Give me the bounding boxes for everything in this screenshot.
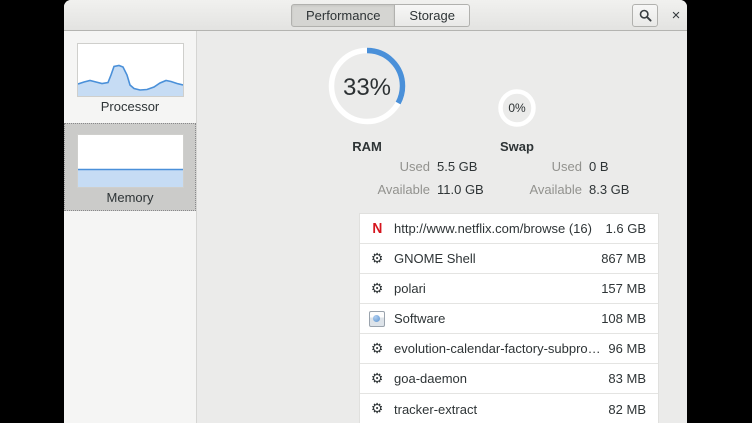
close-icon: × — [672, 8, 681, 23]
search-button[interactable] — [632, 4, 658, 27]
software-app-icon — [369, 311, 385, 327]
sidebar-item-memory[interactable]: Memory — [64, 123, 196, 211]
swap-available-value: 8.3 GB — [589, 182, 629, 197]
process-name: polari — [394, 281, 597, 296]
usage-app-window: Performance Storage × — [64, 0, 687, 423]
process-name: Software — [394, 311, 597, 326]
ram-label: RAM — [307, 139, 427, 154]
swap-available-row: Available 8.3 GB — [482, 182, 629, 197]
gear-icon: ⚙ — [369, 281, 385, 297]
ram-percent-value: 33% — [327, 74, 407, 102]
memory-thumbnail-chart — [77, 134, 184, 188]
process-memory-value: 82 MB — [608, 402, 646, 417]
process-memory-value: 867 MB — [601, 251, 646, 266]
close-button[interactable]: × — [663, 4, 687, 27]
gear-icon: ⚙ — [369, 401, 385, 417]
swap-used-value: 0 B — [589, 159, 609, 174]
process-memory-value: 108 MB — [601, 311, 646, 326]
tab-storage[interactable]: Storage — [395, 4, 470, 27]
process-row[interactable]: ⚙ tracker-extract 82 MB — [360, 394, 658, 423]
ram-used-row: Used 5.5 GB — [330, 159, 477, 174]
process-memory-value: 157 MB — [601, 281, 646, 296]
memory-performance-view: 33% 0% RAM Used 5.5 GB Available 11.0 GB… — [197, 31, 687, 423]
process-memory-value: 83 MB — [608, 371, 646, 386]
available-label: Available — [330, 182, 430, 197]
process-row[interactable]: N http://www.netflix.com/browse (16) 1.6… — [360, 214, 658, 244]
gear-icon: ⚙ — [369, 251, 385, 267]
process-row[interactable]: ⚙ polari 157 MB — [360, 274, 658, 304]
gear-icon: ⚙ — [369, 371, 385, 387]
process-name: tracker-extract — [394, 402, 604, 417]
available-label: Available — [482, 182, 582, 197]
process-memory-value: 1.6 GB — [606, 221, 646, 236]
ram-used-value: 5.5 GB — [437, 159, 477, 174]
process-row[interactable]: ⚙ GNOME Shell 867 MB — [360, 244, 658, 274]
process-name: http://www.netflix.com/browse (16) — [394, 221, 602, 236]
ram-available-row: Available 11.0 GB — [330, 182, 484, 197]
process-memory-value: 96 MB — [608, 341, 646, 356]
process-row[interactable]: ⚙ goa-daemon 83 MB — [360, 364, 658, 394]
process-row[interactable]: Software 108 MB — [360, 304, 658, 334]
search-icon — [639, 9, 652, 22]
swap-label: Swap — [457, 139, 577, 154]
used-label: Used — [330, 159, 430, 174]
netflix-icon: N — [369, 221, 385, 237]
process-row[interactable]: ⚙ evolution-calendar-factory-subprocess … — [360, 334, 658, 364]
ram-available-value: 11.0 GB — [437, 182, 484, 197]
sidebar: Processor Memory — [64, 31, 197, 423]
process-name: goa-daemon — [394, 371, 604, 386]
process-name: GNOME Shell — [394, 251, 597, 266]
used-label: Used — [482, 159, 582, 174]
process-name: evolution-calendar-factory-subprocess … — [394, 341, 604, 356]
sidebar-item-label: Memory — [64, 190, 196, 205]
header-bar: Performance Storage × — [64, 0, 687, 31]
screen: Performance Storage × — [0, 0, 752, 423]
swap-percent-value: 0% — [497, 101, 537, 115]
tab-performance[interactable]: Performance — [291, 4, 395, 27]
view-switcher: Performance Storage — [291, 4, 470, 27]
sidebar-item-label: Processor — [64, 99, 196, 114]
swap-used-row: Used 0 B — [482, 159, 609, 174]
sidebar-item-processor[interactable]: Processor — [64, 31, 196, 123]
gear-icon: ⚙ — [369, 341, 385, 357]
process-memory-list: N http://www.netflix.com/browse (16) 1.6… — [359, 213, 659, 423]
processor-thumbnail-chart — [77, 43, 184, 97]
